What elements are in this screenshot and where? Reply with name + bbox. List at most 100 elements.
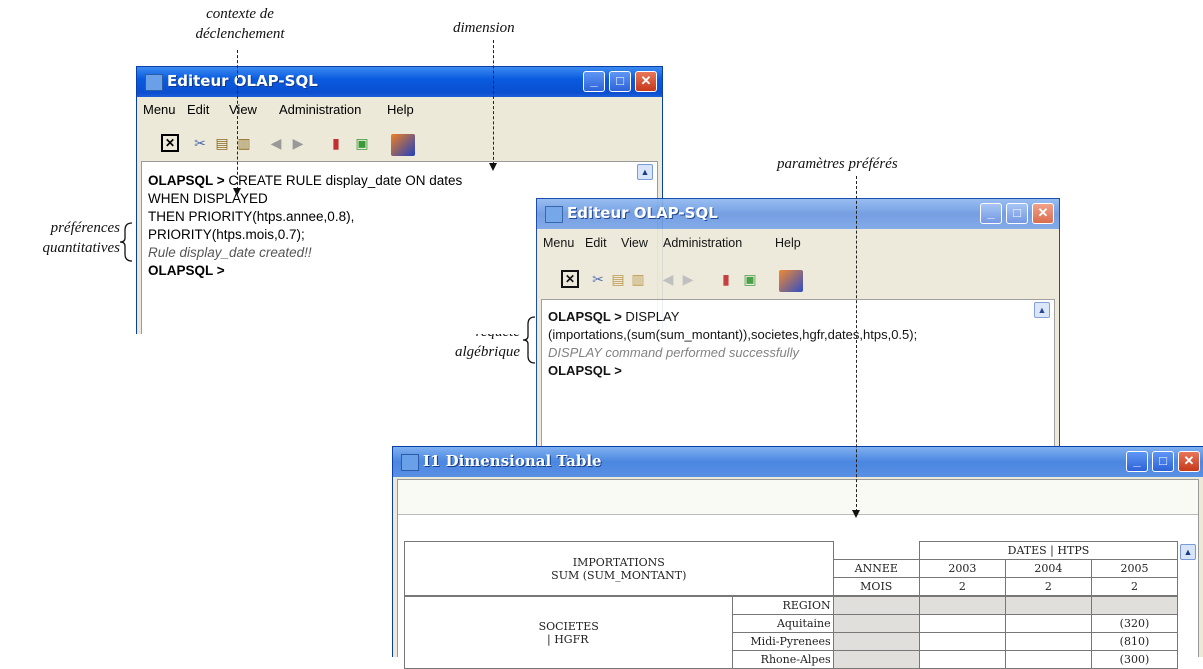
minimize-button[interactable]: _ bbox=[1126, 451, 1148, 472]
annotation-dimension: dimension bbox=[453, 20, 515, 36]
minimize-button[interactable]: _ bbox=[583, 71, 605, 92]
annotation-context-line2: déclenchement bbox=[195, 26, 285, 42]
window-title: I1 Dimensional Table bbox=[423, 452, 602, 470]
app-icon bbox=[145, 74, 163, 91]
measure-header-cell: IMPORTATIONS SUM (SUM_MONTANT) bbox=[404, 541, 834, 597]
menu-menu[interactable]: Menu bbox=[543, 236, 574, 250]
annotation-context-line1: contexte de bbox=[206, 6, 274, 22]
editor-line-3: THEN PRIORITY(htps.annee,0.8), bbox=[148, 209, 355, 224]
row-dimension-header: SOCIETES | HGFR bbox=[403, 595, 734, 669]
redo-icon[interactable]: ▶ bbox=[289, 134, 307, 152]
dimensional-table: IMPORTATIONS SUM (SUM_MONTANT) DATES | H… bbox=[403, 541, 1179, 669]
prompt: OLAPSQL > bbox=[148, 263, 225, 278]
annotation-preferences-line1: préférences bbox=[50, 220, 120, 236]
paste-icon[interactable]: ▥ bbox=[629, 270, 647, 288]
create-rule-command: CREATE RULE display_date ON dates bbox=[224, 173, 463, 188]
editor-line-2: (importations,(sum(sum_montant)),societe… bbox=[548, 327, 918, 342]
query-bracket-icon bbox=[522, 316, 536, 364]
maximize-button[interactable]: □ bbox=[1006, 203, 1028, 224]
table-row: IMPORTATIONS SUM (SUM_MONTANT) DATES | H… bbox=[404, 541, 1179, 597]
editor-line-1: OLAPSQL > CREATE RULE display_date ON da… bbox=[148, 172, 462, 189]
olap-tool-icon[interactable] bbox=[391, 134, 415, 156]
delete-icon[interactable]: ✕ bbox=[161, 134, 179, 152]
menu-edit[interactable]: Edit bbox=[585, 236, 607, 250]
window-title: Editeur OLAP-SQL bbox=[167, 72, 318, 90]
region-label: REGION bbox=[732, 595, 834, 615]
year-cell: 2003 bbox=[918, 559, 1006, 578]
corner-cell bbox=[832, 541, 920, 560]
params-pointer-line bbox=[856, 176, 857, 512]
menu-administration[interactable]: Administration bbox=[279, 102, 361, 117]
editor-line-6: OLAPSQL > bbox=[148, 262, 225, 279]
scroll-up-button[interactable]: ▲ bbox=[1180, 544, 1196, 560]
mois-label: MOIS bbox=[832, 577, 920, 597]
row-dimension-hierarchy: | HGFR bbox=[547, 632, 589, 646]
scroll-up-button[interactable]: ▲ bbox=[1034, 302, 1050, 318]
mois-cell: 2 bbox=[1090, 577, 1179, 597]
menu-administration[interactable]: Administration bbox=[663, 236, 742, 250]
empty-cell bbox=[832, 650, 920, 669]
menu-help[interactable]: Help bbox=[775, 236, 801, 250]
table-row: SOCIETES | HGFR REGION bbox=[403, 595, 1179, 669]
mois-cell: 2 bbox=[918, 577, 1006, 597]
display-command: DISPLAY bbox=[621, 309, 680, 324]
olap-tool-icon[interactable] bbox=[779, 270, 803, 292]
editor-line-4: OLAPSQL > bbox=[548, 362, 622, 379]
menu-view[interactable]: View bbox=[229, 102, 257, 117]
undo-icon[interactable]: ◀ bbox=[267, 134, 285, 152]
minimize-button[interactable]: _ bbox=[980, 203, 1002, 224]
empty-cell bbox=[832, 632, 920, 651]
olap-editor-window-2: Editeur OLAP-SQL _ □ ✕ Menu Edit View Ad… bbox=[536, 198, 1060, 460]
dimensional-table-window: I1 Dimensional Table _ □ ✕ ▲ IMPORTATION… bbox=[392, 446, 1203, 669]
menu-view[interactable]: View bbox=[621, 236, 648, 250]
prompt: OLAPSQL > bbox=[548, 363, 622, 378]
annotation-query-line2: algébrique bbox=[455, 344, 520, 360]
close-button[interactable]: ✕ bbox=[1032, 203, 1054, 224]
maximize-button[interactable]: □ bbox=[1152, 451, 1174, 472]
menu-edit[interactable]: Edit bbox=[187, 102, 209, 117]
empty-cell bbox=[1090, 595, 1179, 615]
row-dimension-name: SOCIETES bbox=[538, 619, 599, 633]
copy-icon[interactable]: ▤ bbox=[213, 134, 231, 152]
app-icon bbox=[545, 206, 563, 223]
region-cell: Midi-Pyrenees bbox=[732, 632, 834, 651]
region-cell: Aquitaine bbox=[732, 614, 834, 633]
empty-cell bbox=[832, 614, 920, 633]
close-button[interactable]: ✕ bbox=[635, 71, 657, 92]
toolbar: ✕ ✂ ▤ ▥ ◀ ▶ ▮ ▣ bbox=[137, 129, 662, 159]
value-cell bbox=[918, 614, 1006, 633]
window-title: Editeur OLAP-SQL bbox=[567, 204, 718, 222]
toolbar: ✕ ✂ ▤ ▥ ◀ ▶ ▮ ▣ bbox=[537, 265, 1059, 295]
value-cell bbox=[1004, 650, 1092, 669]
close-button[interactable]: ✕ bbox=[1178, 451, 1200, 472]
params-pointer-arrow bbox=[852, 510, 860, 518]
dialog-icon[interactable]: ▣ bbox=[741, 270, 759, 288]
title-bar[interactable]: Editeur OLAP-SQL _ □ ✕ bbox=[137, 67, 662, 97]
cut-icon[interactable]: ✂ bbox=[589, 270, 607, 288]
title-bar[interactable]: I1 Dimensional Table _ □ ✕ bbox=[393, 447, 1203, 477]
menu-help[interactable]: Help bbox=[387, 102, 414, 117]
chart-icon[interactable]: ▮ bbox=[327, 134, 345, 152]
dialog-icon[interactable]: ▣ bbox=[353, 134, 371, 152]
scroll-up-button[interactable]: ▲ bbox=[637, 164, 653, 180]
chart-icon[interactable]: ▮ bbox=[717, 270, 735, 288]
menu-menu[interactable]: Menu bbox=[143, 102, 176, 117]
annotation-preferences-line2: quantitatives bbox=[42, 240, 121, 256]
maximize-button[interactable]: □ bbox=[609, 71, 631, 92]
value-cell: (300) bbox=[1090, 650, 1179, 669]
redo-icon[interactable]: ▶ bbox=[679, 270, 697, 288]
delete-icon[interactable]: ✕ bbox=[561, 270, 579, 288]
context-pointer-line bbox=[237, 50, 238, 190]
value-cell bbox=[1004, 632, 1092, 651]
title-bar[interactable]: Editeur OLAP-SQL _ □ ✕ bbox=[537, 199, 1059, 229]
menu-bar: Menu Edit View Administration Help bbox=[537, 233, 1059, 255]
empty-cell bbox=[832, 595, 920, 615]
sql-editor[interactable]: ▲ OLAPSQL > DISPLAY (importations,(sum(s… bbox=[541, 299, 1055, 460]
value-cell: (320) bbox=[1090, 614, 1179, 633]
empty-cell bbox=[1004, 595, 1092, 615]
region-cell: Rhone-Alpes bbox=[732, 650, 834, 669]
prompt: OLAPSQL > bbox=[148, 173, 225, 188]
cut-icon[interactable]: ✂ bbox=[191, 134, 209, 152]
undo-icon[interactable]: ◀ bbox=[659, 270, 677, 288]
copy-icon[interactable]: ▤ bbox=[609, 270, 627, 288]
